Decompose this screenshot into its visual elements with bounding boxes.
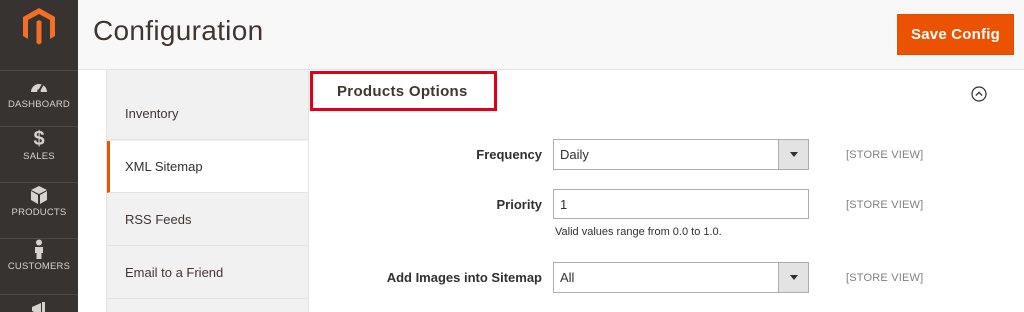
nav-item-customers[interactable]: CUSTOMERS <box>0 238 78 294</box>
nav-item-sales[interactable]: $ SALES <box>0 126 78 182</box>
nav-label-products: PRODUCTS <box>11 207 67 218</box>
admin-sidebar: DASHBOARD $ SALES PRODUCTS CUSTOMERS <box>0 0 78 312</box>
priority-label: Priority <box>496 197 542 212</box>
megaphone-icon <box>32 302 45 312</box>
add-images-label: Add Images into Sitemap <box>386 270 542 285</box>
tab-xml-sitemap[interactable]: XML Sitemap <box>107 141 308 193</box>
nav-label-dashboard: DASHBOARD <box>8 99 70 110</box>
magento-logo-icon[interactable] <box>21 6 57 46</box>
dollar-icon: $ <box>33 128 45 150</box>
save-config-button[interactable]: Save Config <box>897 14 1014 55</box>
config-tabs-panel: Inventory XML Sitemap RSS Feeds Email to… <box>106 70 309 312</box>
section-header-products-options[interactable]: Products Options <box>310 71 497 111</box>
add-images-select[interactable]: All <box>553 262 809 293</box>
chevron-down-icon <box>778 140 808 169</box>
nav-item-marketing[interactable] <box>0 294 78 312</box>
tab-rss-feeds[interactable]: RSS Feeds <box>107 194 308 246</box>
tab-label: Email to a Friend <box>125 265 224 280</box>
person-icon <box>35 239 43 259</box>
page-header: Configuration Save Config <box>78 0 1024 70</box>
frequency-value: Daily <box>560 147 589 162</box>
tab-label: RSS Feeds <box>125 212 192 227</box>
frequency-scope: [STORE VIEW] <box>846 149 924 161</box>
page-title: Configuration <box>93 15 264 46</box>
tab-label: Inventory <box>125 106 179 121</box>
nav-label-customers: CUSTOMERS <box>7 261 71 272</box>
priority-scope: [STORE VIEW] <box>846 199 924 211</box>
add-images-scope: [STORE VIEW] <box>846 272 924 284</box>
nav-item-dashboard[interactable]: DASHBOARD <box>0 70 78 126</box>
priority-note: Valid values range from 0.0 to 1.0. <box>555 226 722 238</box>
tab-inventory[interactable]: Inventory <box>107 88 308 140</box>
section-title: Products Options <box>337 82 468 100</box>
chevron-down-icon <box>778 263 808 292</box>
add-images-value: All <box>560 270 575 285</box>
frequency-label: Frequency <box>476 147 542 162</box>
nav-item-products[interactable]: PRODUCTS <box>0 182 78 238</box>
frequency-select[interactable]: Daily <box>553 139 809 170</box>
tab-email-to-a-friend[interactable]: Email to a Friend <box>107 247 308 299</box>
tab-label: XML Sitemap <box>125 159 203 174</box>
collapse-chevron-up-icon[interactable] <box>971 86 987 102</box>
nav-label-sales: SALES <box>23 151 55 162</box>
cube-icon <box>31 186 47 204</box>
dashboard-gauge-icon <box>31 83 47 93</box>
priority-input[interactable] <box>553 189 809 219</box>
